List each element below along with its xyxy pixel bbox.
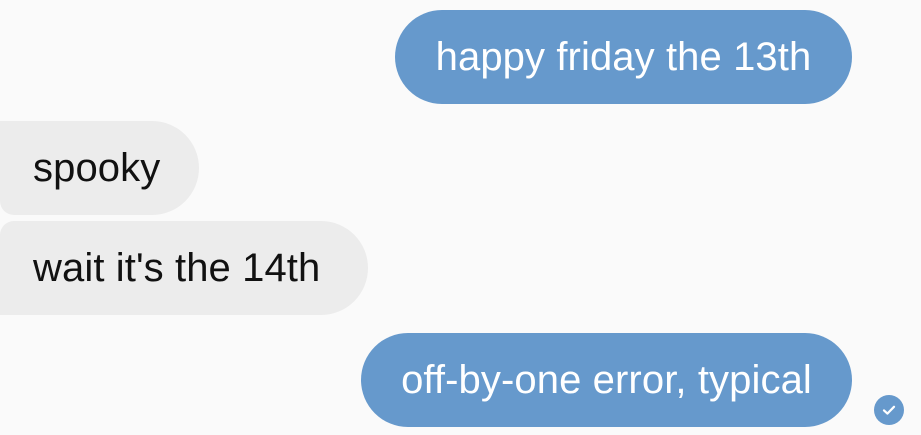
message-text: happy friday the 13th (435, 34, 812, 79)
message-bubble-incoming[interactable]: spooky (0, 121, 199, 215)
check-circle-icon (874, 395, 904, 425)
message-bubble-incoming[interactable]: wait it's the 14th (0, 221, 368, 315)
message-text: wait it's the 14th (33, 245, 321, 290)
message-text: off-by-one error, typical (401, 357, 812, 402)
message-thread: happy friday the 13th spooky wait it's t… (0, 0, 921, 435)
message-text: spooky (33, 145, 161, 190)
message-bubble-outgoing[interactable]: off-by-one error, typical (361, 333, 852, 427)
message-bubble-outgoing[interactable]: happy friday the 13th (395, 10, 852, 104)
